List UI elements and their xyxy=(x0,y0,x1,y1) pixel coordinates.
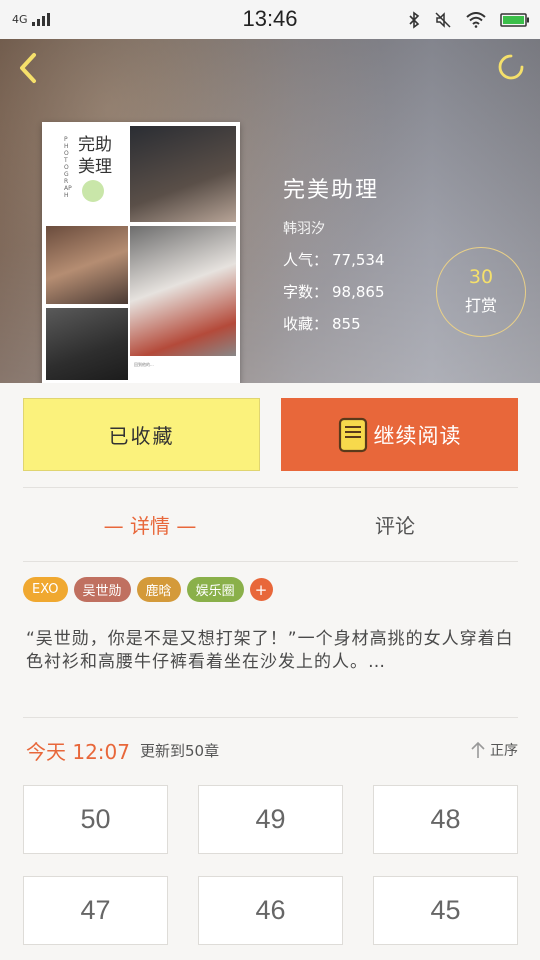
tab-comment[interactable]: 评论 xyxy=(345,510,445,539)
wifi-icon xyxy=(466,12,486,28)
tag-luhan[interactable]: 鹿晗 xyxy=(136,577,181,602)
cover-caption: 回到他的... xyxy=(134,362,154,367)
chapter-button[interactable]: 49 xyxy=(198,785,343,854)
chapter-button[interactable]: 46 xyxy=(198,876,343,945)
tag-list: EXO 吴世勋 鹿晗 娱乐圈 + xyxy=(23,577,273,602)
tab-detail[interactable]: — 详情 — xyxy=(100,510,200,539)
stat-value: 98,865 xyxy=(332,283,385,301)
sort-label: 正序 xyxy=(490,743,518,759)
chapter-button[interactable]: 47 xyxy=(23,876,168,945)
cover-side-text: PHOTOGRAPH xyxy=(64,136,72,199)
stat-label: 人气： xyxy=(283,251,329,269)
battery-icon xyxy=(500,13,529,27)
book-icon xyxy=(338,417,367,452)
sort-up-arrow-icon xyxy=(471,741,485,758)
cover-photo xyxy=(46,226,128,304)
reward-label: 打赏 xyxy=(464,296,497,315)
stat-word-count: 字数： 98,865 xyxy=(283,281,385,302)
book-cover: PHOTOGRAPH 完助美理 回到他的... xyxy=(42,122,240,383)
tag-entertainment[interactable]: 娱乐圈 xyxy=(186,577,244,602)
update-note: 更新到50章 xyxy=(140,742,220,760)
book-title: 完美助理 xyxy=(283,178,380,203)
chapter-button[interactable]: 50 xyxy=(23,785,168,854)
sort-toggle[interactable]: 正序 xyxy=(470,740,518,760)
chapter-button[interactable]: 45 xyxy=(373,876,518,945)
stat-label: 字数： xyxy=(283,283,329,301)
stat-value: 855 xyxy=(332,315,361,333)
reward-button[interactable]: 30 打赏 xyxy=(436,247,526,337)
book-header: PHOTOGRAPH 完助美理 回到他的... 完美助理 韩羽汐 人气： 77,5… xyxy=(0,39,540,383)
divider xyxy=(23,717,518,718)
stat-label: 收藏： xyxy=(283,315,329,333)
divider xyxy=(23,561,518,562)
book-synopsis[interactable]: “吴世勋，你是不是又想打架了！”一个身材高挑的女人穿着白色衬衫和高腰牛仔裤看着坐… xyxy=(26,628,516,674)
cover-photo xyxy=(46,308,128,380)
stat-value: 77,534 xyxy=(332,251,385,269)
tag-exo[interactable]: EXO xyxy=(23,577,68,602)
update-info: 今天 12:07 更新到50章 正序 xyxy=(26,736,518,764)
reward-count: 30 xyxy=(468,266,494,288)
cover-badge xyxy=(82,180,104,202)
mute-icon xyxy=(435,12,451,28)
chapter-button[interactable]: 48 xyxy=(373,785,518,854)
stat-popularity: 人气： 77,534 xyxy=(283,249,385,270)
favorited-label: 已收藏 xyxy=(108,424,175,448)
cover-title: 完助美理 xyxy=(78,135,112,177)
add-tag-button[interactable]: + xyxy=(249,578,273,601)
loading-icon xyxy=(498,54,524,80)
update-time: 今天 12:07 xyxy=(26,740,130,764)
bluetooth-icon xyxy=(409,11,420,29)
book-author: 韩羽汐 xyxy=(283,221,325,237)
favorited-button[interactable]: 已收藏 xyxy=(23,398,260,471)
cover-photo xyxy=(130,126,236,222)
continue-reading-button[interactable]: 继续阅读 xyxy=(281,398,518,471)
stat-favorites: 收藏： 855 xyxy=(283,313,361,334)
back-arrow-icon[interactable] xyxy=(14,51,44,85)
divider xyxy=(23,487,518,488)
status-bar: 4G 13:46 xyxy=(0,0,540,39)
continue-reading-label: 继续阅读 xyxy=(373,423,462,448)
tag-wu-shixun[interactable]: 吴世勋 xyxy=(73,577,131,602)
cover-photo xyxy=(130,226,236,356)
